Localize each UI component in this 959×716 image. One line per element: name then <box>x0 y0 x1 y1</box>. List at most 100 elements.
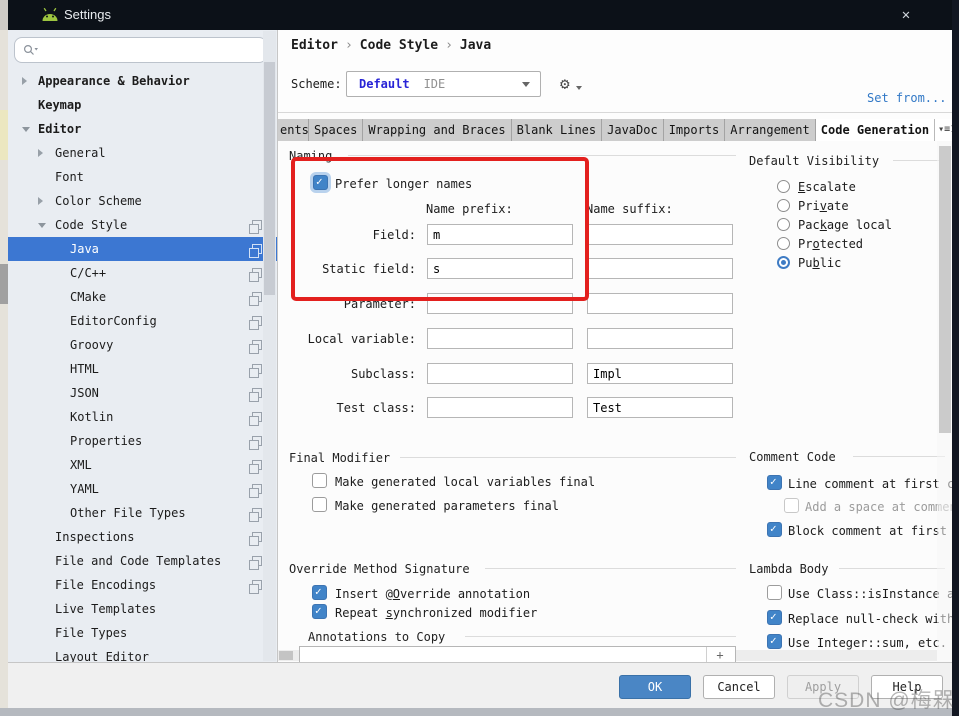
name-suffix-header: Name suffix: <box>586 202 673 216</box>
scheme-label: Scheme: <box>291 77 342 91</box>
chevron-down-icon <box>38 223 46 228</box>
set-from-link[interactable]: Set from... <box>867 91 946 105</box>
sidebar-item-font[interactable]: Font <box>8 165 277 189</box>
field-label: Field: <box>372 228 416 242</box>
prefer-longer-names-checkbox[interactable] <box>313 175 328 190</box>
subclass-suffix-input[interactable] <box>587 363 733 384</box>
public-radio[interactable] <box>777 256 790 269</box>
section-divider <box>465 636 736 637</box>
scheme-select[interactable]: Default IDE <box>346 71 541 97</box>
breadcrumb-code-style[interactable]: Code Style <box>360 38 438 53</box>
tab-arrangement[interactable]: Arrangement <box>725 119 816 141</box>
sidebar-scrollbar-thumb[interactable] <box>264 62 275 295</box>
background-patch <box>0 110 8 160</box>
sidebar-item-java[interactable]: Java <box>8 237 277 261</box>
sidebar-item-inspections[interactable]: Inspections <box>8 525 277 549</box>
insert-override-annotation-checkbox[interactable] <box>312 585 327 600</box>
sidebar-item-cmake[interactable]: CMake <box>8 285 277 309</box>
test-class-suffix-input[interactable] <box>587 397 733 418</box>
parameter-suffix-input[interactable] <box>587 293 733 314</box>
replace-null-check-checkbox[interactable] <box>767 610 782 625</box>
sidebar-item-general[interactable]: General <box>8 141 277 165</box>
tab-spaces[interactable]: Spaces <box>309 119 364 141</box>
sidebar-item-live-templates[interactable]: Live Templates <box>8 597 277 621</box>
local-variable-suffix-input[interactable] <box>587 328 733 349</box>
use-integer-sum-checkbox[interactable] <box>767 634 782 649</box>
repeat-synchronized-modifier-checkbox[interactable] <box>312 604 327 619</box>
search-input[interactable] <box>14 37 267 63</box>
horizontal-scrollbar-thumb[interactable] <box>279 651 293 660</box>
sidebar-item-keymap[interactable]: Keymap <box>8 93 277 117</box>
copy-icon <box>249 412 262 426</box>
sidebar-item-html[interactable]: HTML <box>8 357 277 381</box>
use-class-isinstance-checkbox[interactable] <box>767 585 782 600</box>
sidebar-item-groovy[interactable]: Groovy <box>8 333 277 357</box>
copy-icon <box>249 292 262 306</box>
sidebar-item-c-cpp[interactable]: C/C++ <box>8 261 277 285</box>
section-lambda-body: Lambda Body <box>749 562 829 576</box>
block-comment-checkbox[interactable] <box>767 522 782 537</box>
replace-null-check-label: Replace null-check with ( <box>788 612 953 626</box>
private-radio[interactable] <box>777 199 790 212</box>
sidebar-item-color-scheme[interactable]: Color Scheme <box>8 189 277 213</box>
copy-icon <box>249 364 262 378</box>
add-space-comment-label: Add a space at comment <box>805 500 953 514</box>
window-title: Settings <box>64 7 111 22</box>
add-annotation-button[interactable]: + <box>706 647 733 662</box>
field-suffix-input[interactable] <box>587 224 733 245</box>
cancel-button[interactable]: Cancel <box>703 675 775 699</box>
copy-icon <box>249 244 262 258</box>
vertical-scrollbar-thumb[interactable] <box>939 146 951 433</box>
static-field-prefix-input[interactable] <box>427 258 573 279</box>
parameter-label: Parameter: <box>343 297 416 311</box>
tab-tabs-and-indents[interactable]: ents <box>278 119 309 141</box>
line-comment-checkbox[interactable] <box>767 475 782 490</box>
static-field-suffix-input[interactable] <box>587 258 733 279</box>
protected-radio[interactable] <box>777 237 790 250</box>
close-icon[interactable]: ✕ <box>896 6 916 24</box>
background-patch <box>0 0 8 30</box>
sidebar-item-appearance-behavior[interactable]: Appearance & Behavior <box>8 69 277 93</box>
use-class-isinstance-label: Use Class::isInstance and <box>788 587 953 601</box>
tab-blank-lines[interactable]: Blank Lines <box>512 119 603 141</box>
gear-icon[interactable] <box>560 74 584 94</box>
field-prefix-input[interactable] <box>427 224 573 245</box>
sidebar-item-editorconfig[interactable]: EditorConfig <box>8 309 277 333</box>
subclass-prefix-input[interactable] <box>427 363 573 384</box>
sidebar-item-other-file-types[interactable]: Other File Types <box>8 501 277 525</box>
breadcrumb-editor[interactable]: Editor <box>291 38 338 53</box>
tab-code-generation[interactable]: Code Generation <box>815 119 936 141</box>
escalate-radio[interactable] <box>777 180 790 193</box>
local-variable-prefix-input[interactable] <box>427 328 573 349</box>
make-parameters-final-checkbox[interactable] <box>312 497 327 512</box>
parameter-prefix-input[interactable] <box>427 293 573 314</box>
sidebar-item-kotlin[interactable]: Kotlin <box>8 405 277 429</box>
sidebar-item-yaml[interactable]: YAML <box>8 477 277 501</box>
sidebar-item-editor[interactable]: Editor <box>8 117 277 141</box>
test-class-prefix-input[interactable] <box>427 397 573 418</box>
package-local-radio[interactable] <box>777 218 790 231</box>
background-patch <box>0 264 8 304</box>
ok-button[interactable]: OK <box>619 675 691 699</box>
sidebar-item-properties[interactable]: Properties <box>8 429 277 453</box>
breadcrumb-java[interactable]: Java <box>460 38 491 53</box>
make-local-variables-final-checkbox[interactable] <box>312 473 327 488</box>
tab-list-icon[interactable]: ▾≡1 <box>935 119 953 141</box>
tab-wrapping-and-braces[interactable]: Wrapping and Braces <box>363 119 512 141</box>
sidebar-item-json[interactable]: JSON <box>8 381 277 405</box>
background-left-strip <box>0 0 8 716</box>
sidebar-item-xml[interactable]: XML <box>8 453 277 477</box>
code-style-tabs: ents Spaces Wrapping and Braces Blank Lines… <box>278 119 953 141</box>
sidebar-item-file-encodings[interactable]: File Encodings <box>8 573 277 597</box>
help-button[interactable]: Help <box>871 675 943 699</box>
section-final-modifier: Final Modifier <box>289 451 391 465</box>
annotations-list[interactable]: + <box>299 646 736 662</box>
sidebar-item-layout-editor[interactable]: Layout Editor <box>8 645 277 662</box>
right-column: Default Visibility Escalate Private Pack… <box>741 141 953 662</box>
sidebar-item-file-and-code-templates[interactable]: File and Code Templates <box>8 549 277 573</box>
tab-imports[interactable]: Imports <box>664 119 726 141</box>
tab-javadoc[interactable]: JavaDoc <box>602 119 664 141</box>
copy-icon <box>249 220 262 234</box>
sidebar-item-code-style[interactable]: Code Style <box>8 213 277 237</box>
sidebar-item-file-types[interactable]: File Types <box>8 621 277 645</box>
